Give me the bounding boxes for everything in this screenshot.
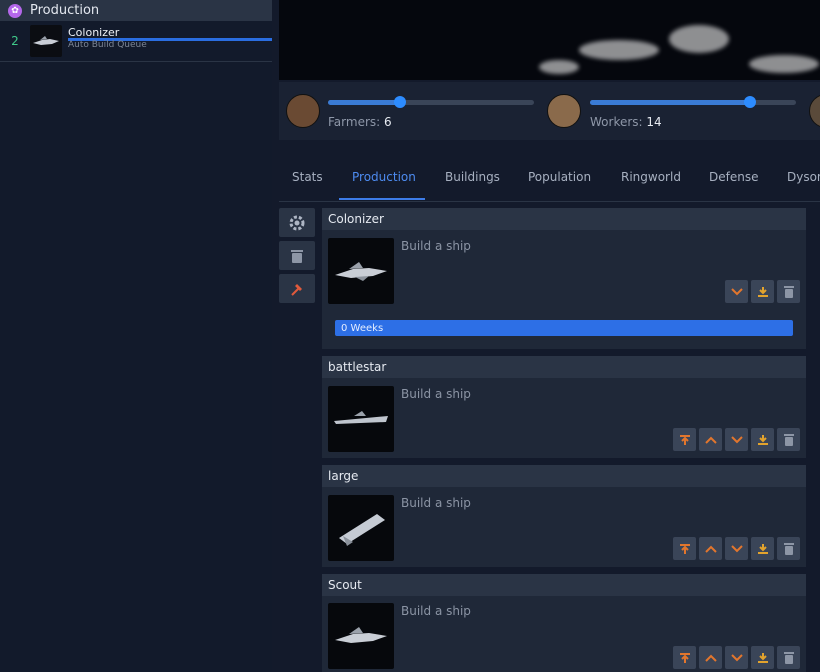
scientist-avatar <box>809 94 820 128</box>
trash-icon <box>783 285 794 298</box>
ship-image <box>328 603 394 669</box>
trash-icon <box>783 433 794 446</box>
population-sliders: Farmers: 6 Workers: 14 <box>279 82 820 140</box>
planet-image <box>279 0 820 80</box>
build-progress-bar: 0 Weeks <box>335 320 793 336</box>
move-down-button[interactable] <box>725 428 748 451</box>
farmer-avatar <box>286 94 320 128</box>
delete-button[interactable] <box>777 646 800 669</box>
sidebar-title: Production <box>30 3 100 18</box>
production-icon: ✿ <box>8 3 22 18</box>
settings-button[interactable] <box>279 208 315 237</box>
move-bottom-button[interactable] <box>751 428 774 451</box>
chevron-down-icon <box>730 287 743 295</box>
move-up-button[interactable] <box>699 428 722 451</box>
move-bottom-button[interactable] <box>751 646 774 669</box>
delete-button[interactable] <box>777 428 800 451</box>
download-icon <box>757 543 768 554</box>
card-description: Build a ship <box>401 496 471 510</box>
move-top-button[interactable] <box>673 428 696 451</box>
chevron-down-icon <box>730 653 743 661</box>
build-button[interactable] <box>279 274 315 303</box>
production-card[interactable]: Scout Build a ship <box>322 574 806 672</box>
delete-button[interactable] <box>777 537 800 560</box>
production-card[interactable]: Colonizer Build a ship 0 Weeks <box>322 208 806 349</box>
download-icon <box>757 434 768 445</box>
card-description: Build a ship <box>401 239 471 253</box>
tab-ringworld[interactable]: Ringworld <box>621 170 681 184</box>
farmers-slider[interactable] <box>328 96 534 108</box>
clear-queue-button[interactable] <box>279 241 315 270</box>
arrow-top-icon <box>679 434 690 445</box>
workers-label: Workers: 14 <box>590 115 662 129</box>
tab-buildings[interactable]: Buildings <box>445 170 500 184</box>
workers-slider[interactable] <box>590 96 796 108</box>
arrow-top-icon <box>679 652 690 663</box>
chevron-up-icon <box>704 436 717 444</box>
ship-image <box>328 386 394 452</box>
delete-button[interactable] <box>777 280 800 303</box>
production-card[interactable]: large Build a ship <box>322 465 806 567</box>
move-up-button[interactable] <box>699 646 722 669</box>
hammer-icon <box>291 283 302 296</box>
trash-icon <box>783 651 794 664</box>
trash-icon <box>291 249 303 263</box>
move-bottom-button[interactable] <box>751 537 774 560</box>
production-card[interactable]: battlestar Build a ship <box>322 356 806 458</box>
planet-tabs: Stats Production Buildings Population Ri… <box>279 140 820 202</box>
move-down-button[interactable] <box>725 537 748 560</box>
chevron-up-icon <box>704 654 717 662</box>
move-down-button[interactable] <box>725 646 748 669</box>
queue-item[interactable]: 2 Colonizer Auto Build Queue <box>0 21 272 62</box>
farmers-label: Farmers: 6 <box>328 115 392 129</box>
card-title: Colonizer <box>322 208 806 230</box>
download-icon <box>757 652 768 663</box>
chevron-up-icon <box>704 545 717 553</box>
ship-image <box>328 495 394 561</box>
move-up-button[interactable] <box>699 537 722 560</box>
move-bottom-button[interactable] <box>751 280 774 303</box>
gear-icon <box>289 215 305 230</box>
tab-production[interactable]: Production <box>352 170 416 184</box>
move-top-button[interactable] <box>673 537 696 560</box>
card-title: large <box>322 465 806 487</box>
workers-slider-handle[interactable] <box>744 96 756 108</box>
worker-avatar <box>547 94 581 128</box>
arrow-top-icon <box>679 543 690 554</box>
download-icon <box>757 286 768 297</box>
card-title: Scout <box>322 574 806 596</box>
move-down-button[interactable] <box>725 280 748 303</box>
queue-index: 2 <box>11 34 19 48</box>
card-description: Build a ship <box>401 387 471 401</box>
ship-image <box>328 238 394 304</box>
chevron-down-icon <box>730 435 743 443</box>
move-top-button[interactable] <box>673 646 696 669</box>
active-tab-indicator <box>339 198 425 200</box>
card-title: battlestar <box>322 356 806 378</box>
sidebar-header: ✿ Production <box>0 0 272 21</box>
production-sidebar: ✿ Production 2 Colonizer Auto Build Queu… <box>0 0 272 672</box>
tab-stats[interactable]: Stats <box>292 170 323 184</box>
trash-icon <box>783 542 794 555</box>
chevron-down-icon <box>730 544 743 552</box>
tab-defense[interactable]: Defense <box>709 170 758 184</box>
tab-dyson[interactable]: Dyson <box>787 170 820 184</box>
card-description: Build a ship <box>401 604 471 618</box>
queue-item-subtitle: Auto Build Queue <box>68 40 147 50</box>
tab-population[interactable]: Population <box>528 170 591 184</box>
farmers-slider-handle[interactable] <box>394 96 406 108</box>
ship-thumbnail <box>30 25 62 57</box>
